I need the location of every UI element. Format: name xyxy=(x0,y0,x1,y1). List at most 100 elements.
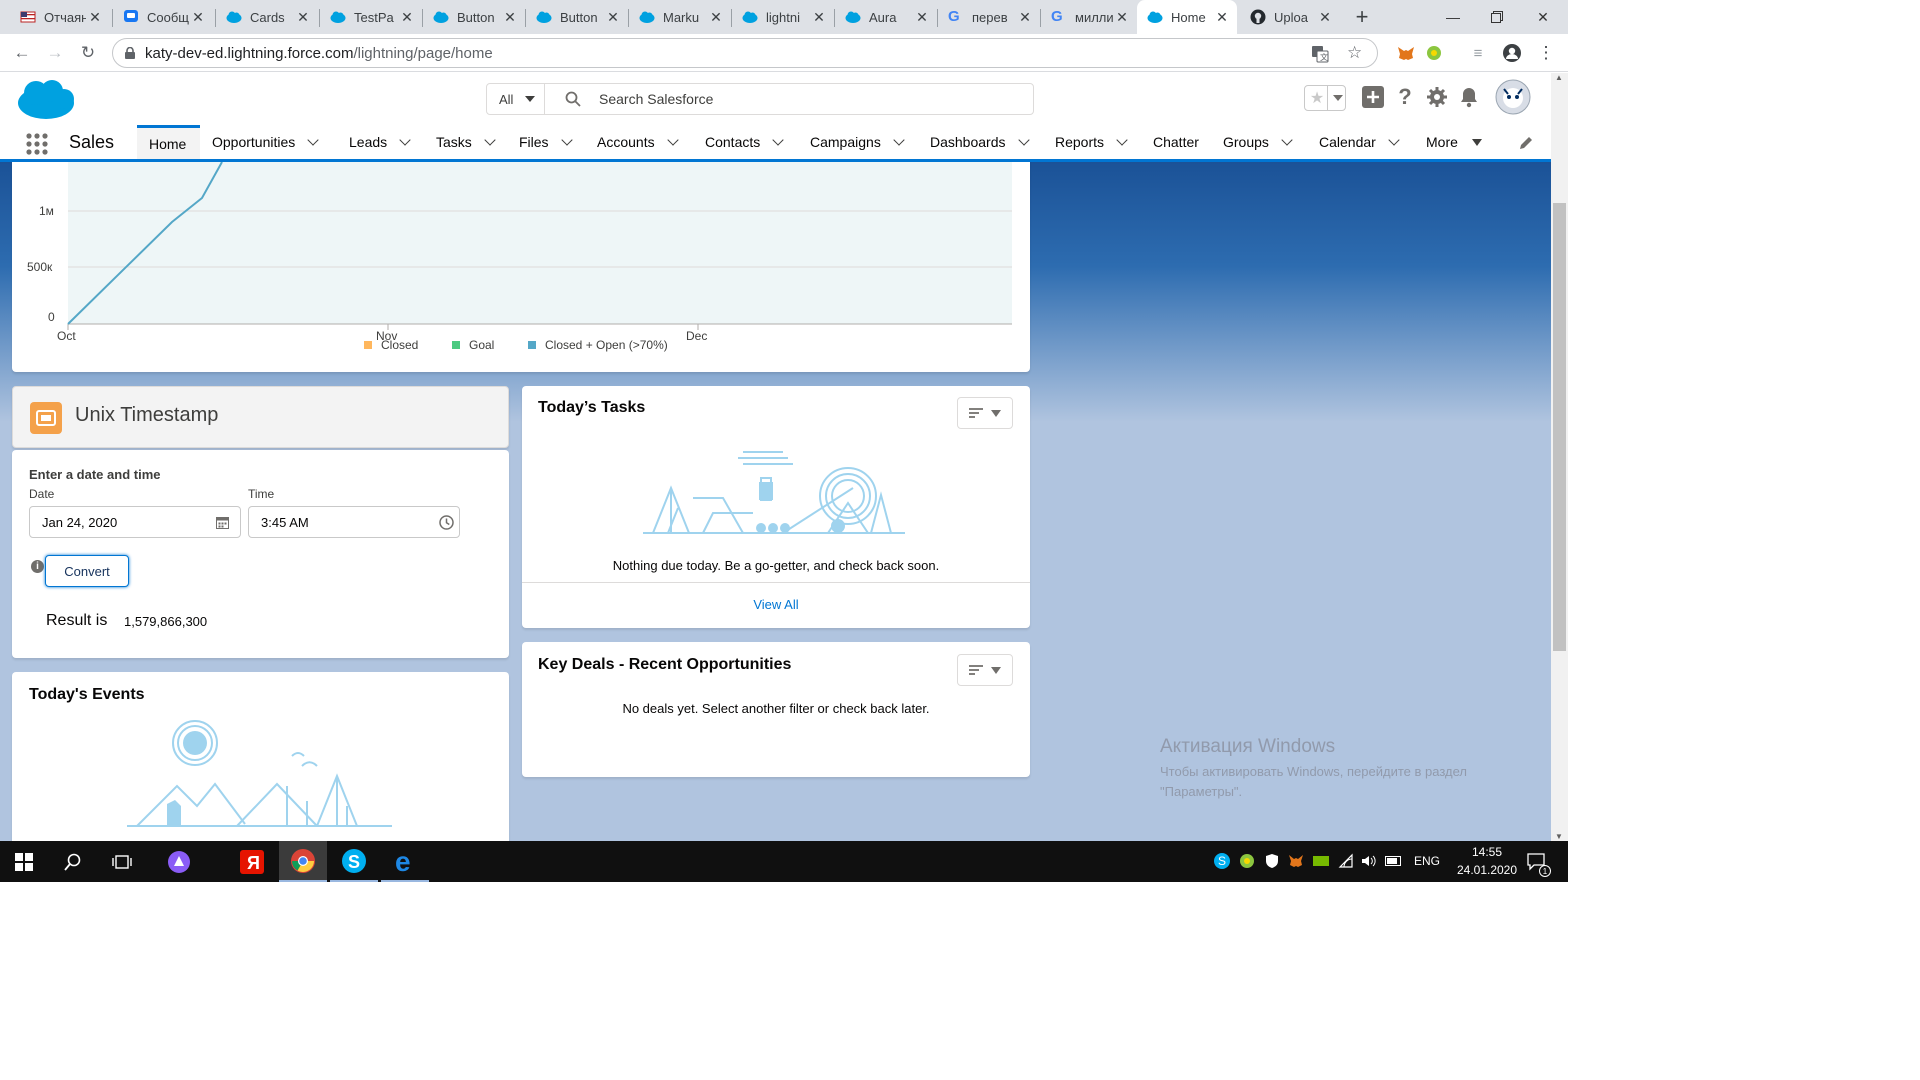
info-icon[interactable]: i xyxy=(31,560,44,573)
wifi-icon[interactable] xyxy=(1338,853,1354,869)
browser-menu-icon[interactable]: ⋮ xyxy=(1536,43,1556,63)
translate-icon[interactable]: 文 xyxy=(1311,45,1329,63)
extension-icon[interactable] xyxy=(1424,43,1444,63)
nav-item-reports[interactable]: Reports xyxy=(1055,125,1128,159)
chevron-down-icon[interactable] xyxy=(307,134,319,146)
nav-item-opportunities[interactable]: Opportunities xyxy=(212,125,319,159)
edit-nav-pencil-icon[interactable] xyxy=(1518,135,1534,151)
taskbar-search-icon[interactable] xyxy=(49,841,97,882)
browser-tab[interactable]: Button ✕ xyxy=(423,0,525,34)
close-tab-icon[interactable]: ✕ xyxy=(1016,9,1034,26)
close-window-button[interactable]: ✕ xyxy=(1520,0,1566,34)
address-bar[interactable]: katy-dev-ed.lightning.force.com/lightnin… xyxy=(112,38,1378,68)
tasks-filter-menu-button[interactable] xyxy=(957,397,1013,429)
notifications-bell-icon[interactable] xyxy=(1457,85,1481,109)
nav-item-groups[interactable]: Groups xyxy=(1223,125,1293,159)
convert-button[interactable]: Convert xyxy=(45,555,129,587)
browser-tab[interactable]: G перев ✕ xyxy=(938,0,1040,34)
chevron-down-icon[interactable] xyxy=(560,134,573,146)
metamask-icon[interactable] xyxy=(1395,43,1415,63)
browser-tab[interactable]: TestPa ✕ xyxy=(320,0,422,34)
forward-button[interactable]: → xyxy=(42,40,68,66)
salesforce-logo[interactable] xyxy=(16,77,76,124)
back-button[interactable]: ← xyxy=(9,40,35,66)
skype-tray-icon[interactable]: S xyxy=(1214,853,1230,869)
close-tab-icon[interactable]: ✕ xyxy=(1213,9,1231,26)
metamask-tray-icon[interactable] xyxy=(1288,853,1304,869)
bookmark-star-icon[interactable]: ☆ xyxy=(1347,43,1362,63)
clock-time[interactable]: 14:55 xyxy=(1455,845,1519,859)
chevron-down-icon[interactable] xyxy=(1388,134,1400,146)
nav-item-home[interactable]: Home xyxy=(137,125,200,159)
global-actions-button[interactable] xyxy=(1361,85,1385,109)
chevron-down-icon[interactable] xyxy=(484,134,496,146)
minimize-button[interactable]: — xyxy=(1430,0,1476,34)
time-input[interactable]: 3:45 AM xyxy=(248,506,460,538)
browser-tab[interactable]: Cards ✕ xyxy=(216,0,318,34)
skype-taskbar-icon[interactable]: S xyxy=(330,841,378,882)
chevron-down-icon[interactable] xyxy=(1116,134,1128,146)
close-tab-icon[interactable]: ✕ xyxy=(189,9,207,26)
browser-tab-active[interactable]: Home ✕ xyxy=(1137,0,1237,34)
view-all-link[interactable]: View All xyxy=(522,597,1030,612)
search-scope-select[interactable]: All xyxy=(487,84,545,114)
close-tab-icon[interactable]: ✕ xyxy=(294,9,312,26)
nav-item-more[interactable]: More xyxy=(1426,125,1482,159)
reload-button[interactable]: ↻ xyxy=(75,40,101,66)
nav-item-tasks[interactable]: Tasks xyxy=(436,125,496,159)
defender-shield-icon[interactable] xyxy=(1264,853,1280,869)
alice-assistant-icon[interactable] xyxy=(155,841,203,882)
nvidia-tray-icon[interactable] xyxy=(1313,853,1329,869)
favorites-button[interactable]: ★ xyxy=(1304,85,1346,111)
browser-tab[interactable]: Aura ✕ xyxy=(835,0,937,34)
profile-icon[interactable] xyxy=(1502,43,1522,63)
browser-tab[interactable]: Отчаян ✕ xyxy=(10,0,110,34)
media-control-icon[interactable]: ≡ xyxy=(1468,43,1488,63)
nav-item-leads[interactable]: Leads xyxy=(349,125,411,159)
nav-item-calendar[interactable]: Calendar xyxy=(1319,125,1400,159)
browser-tab[interactable]: Uploa ✕ xyxy=(1240,0,1340,34)
browser-tab[interactable]: Сообщ ✕ xyxy=(113,0,213,34)
chevron-down-icon[interactable] xyxy=(1017,134,1030,146)
app-launcher-icon[interactable] xyxy=(25,132,49,156)
global-search[interactable]: All Search Salesforce xyxy=(486,83,1034,115)
nav-item-contacts[interactable]: Contacts xyxy=(705,125,784,159)
task-view-icon[interactable] xyxy=(98,841,146,882)
chevron-down-icon[interactable] xyxy=(772,134,784,146)
calendar-icon[interactable] xyxy=(216,516,229,529)
nav-item-campaigns[interactable]: Campaigns xyxy=(810,125,905,159)
input-language[interactable]: ENG xyxy=(1414,854,1440,868)
clock-date[interactable]: 24.01.2020 xyxy=(1455,863,1519,877)
nav-item-files[interactable]: Files xyxy=(519,125,573,159)
close-tab-icon[interactable]: ✕ xyxy=(913,9,931,26)
restore-button[interactable] xyxy=(1474,0,1520,34)
close-tab-icon[interactable]: ✕ xyxy=(1113,9,1131,26)
close-tab-icon[interactable]: ✕ xyxy=(604,9,622,26)
close-tab-icon[interactable]: ✕ xyxy=(810,9,828,26)
chevron-down-icon[interactable] xyxy=(666,134,679,146)
scroll-up-arrow-icon[interactable]: ▲ xyxy=(1555,73,1563,82)
nav-item-chatter[interactable]: Chatter xyxy=(1153,125,1199,159)
scrollbar-thumb[interactable] xyxy=(1553,203,1566,651)
browser-tab[interactable]: lightni ✕ xyxy=(732,0,834,34)
date-input[interactable]: Jan 24, 2020 xyxy=(29,506,241,538)
deals-filter-menu-button[interactable] xyxy=(957,654,1013,686)
new-tab-button[interactable]: + xyxy=(1345,0,1379,34)
close-tab-icon[interactable]: ✕ xyxy=(501,9,519,26)
user-avatar[interactable] xyxy=(1495,79,1531,115)
close-tab-icon[interactable]: ✕ xyxy=(707,9,725,26)
nav-item-accounts[interactable]: Accounts xyxy=(597,125,679,159)
edge-taskbar-icon[interactable]: e xyxy=(381,841,429,882)
close-tab-icon[interactable]: ✕ xyxy=(86,9,104,26)
yandex-browser-icon[interactable]: Я xyxy=(228,841,276,882)
chrome-taskbar-icon[interactable] xyxy=(279,841,327,882)
browser-tab[interactable]: G милли ✕ xyxy=(1041,0,1137,34)
page-scrollbar[interactable]: ▲ ▼ xyxy=(1551,73,1568,841)
chevron-down-icon[interactable] xyxy=(1281,134,1293,146)
scroll-down-arrow-icon[interactable]: ▼ xyxy=(1555,832,1563,841)
tray-app-icon[interactable] xyxy=(1239,853,1255,869)
browser-tab[interactable]: Marku ✕ xyxy=(629,0,731,34)
clock-icon[interactable] xyxy=(439,515,454,530)
nav-item-dashboards[interactable]: Dashboards xyxy=(930,125,1030,159)
windows-start-icon[interactable] xyxy=(0,841,48,882)
